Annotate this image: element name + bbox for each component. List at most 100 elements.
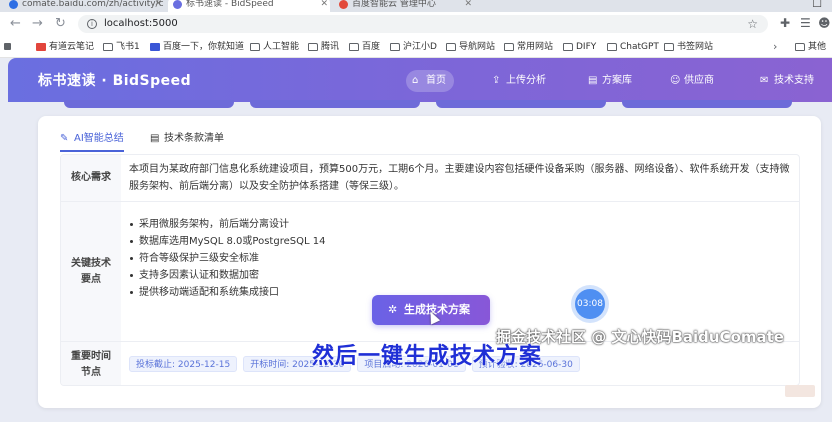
bookmark-item[interactable]: 百度 [349, 40, 380, 54]
bidspeed-favicon-icon [173, 0, 182, 9]
bookmark-item[interactable]: 百度一下，你就知道 [150, 40, 244, 54]
floating-widget [785, 385, 815, 397]
bookmark-label: ChatGPT [620, 42, 659, 52]
folder-icon [664, 43, 674, 51]
bookmark-item[interactable]: 书签网站 [664, 40, 713, 54]
url-input[interactable]: i localhost:5000 ☆ [78, 15, 768, 33]
bookmark-item[interactable]: 沪江小D [390, 40, 437, 54]
address-bar: ← → ↻ i localhost:5000 ☆ ✚ ☰ ☻ [0, 12, 832, 36]
baidu-cloud-favicon-icon [339, 0, 348, 9]
bookmark-item[interactable]: 飞书1 [103, 40, 140, 54]
nav-label: 首页 [426, 75, 446, 86]
bookmark-item[interactable]: ChatGPT [607, 40, 659, 54]
nav-library[interactable]: ▤ 方案库 [582, 70, 640, 92]
window-maximize-icon[interactable]: ☐ [812, 0, 822, 10]
close-icon[interactable]: ✕ [464, 0, 472, 12]
chevron-right-icon[interactable]: › [773, 40, 777, 54]
folder-icon [250, 43, 260, 51]
nav-support[interactable]: ✉ 技术支持 [754, 70, 822, 92]
site-info-icon[interactable]: i [87, 19, 97, 29]
nav-upload[interactable]: ⇪ 上传分析 [486, 70, 554, 92]
row-label: 重要时间节点 [61, 342, 121, 385]
browser-tab-active[interactable]: 标书速读 - BidSpeed ✕ [168, 0, 330, 12]
tab-title: 百度智能云 管理中心 [352, 0, 436, 9]
list-icon: ▤ [150, 133, 160, 144]
nav-home[interactable]: ⌂ 首页 [406, 70, 454, 92]
folder-icon [795, 43, 805, 51]
nav-label: 供应商 [684, 75, 714, 86]
row-core-requirement: 核心需求 本项目为某政府部门信息化系统建设项目，预算500万元，工期6个月。主要… [61, 155, 799, 201]
profile-icon[interactable]: ☻ [818, 16, 831, 30]
youdao-icon [36, 43, 46, 51]
home-icon: ⌂ [412, 75, 419, 86]
bookmark-item[interactable]: 人工智能 [250, 40, 299, 54]
bookmark-label: 其他 [808, 42, 827, 52]
bookmark-label: 常用网站 [517, 42, 554, 52]
stat-card [622, 100, 792, 108]
browser-tab-bar: comate.baidu.com/zh/activity/c ✕ 标书速读 - … [0, 0, 832, 12]
tab-label: 技术条款清单 [164, 133, 224, 144]
bookmark-item[interactable]: 常用网站 [504, 40, 553, 54]
apps-icon[interactable] [4, 40, 14, 54]
bookmark-item[interactable]: 有道云笔记 [36, 40, 94, 54]
bookmarks-bar: 有道云笔记 飞书1 百度一下，你就知道 人工智能 腾讯 百度 沪江小D 导航网站… [0, 36, 832, 58]
folder-icon [103, 43, 113, 51]
row-label: 关键技术要点 [61, 202, 121, 341]
nav-suppliers[interactable]: ☺ 供应商 [664, 70, 722, 92]
gear-icon: ✲ [388, 303, 398, 316]
sidebar-icon[interactable]: ☰ [800, 16, 811, 30]
bookmark-item[interactable]: 其他 [795, 40, 826, 54]
list-item: 支持多因素认证和数据加密 [129, 267, 793, 284]
extensions-icon[interactable]: ✚ [780, 16, 790, 30]
bookmark-item[interactable]: DIFY [563, 40, 596, 54]
tab-ai-summary[interactable]: ✎ AI智能总结 [60, 130, 124, 152]
upload-icon: ⇪ [492, 75, 501, 86]
bookmark-label: DIFY [576, 42, 597, 52]
baidu-paw-icon [150, 43, 160, 51]
reload-icon[interactable]: ↻ [55, 15, 66, 33]
close-icon[interactable]: ✕ [320, 0, 328, 12]
list-item: 符合等级保护三级安全标准 [129, 250, 793, 267]
folder-icon [504, 43, 514, 51]
milestone-chip: 投标截止: 2025-12-15 [129, 356, 238, 372]
folder-icon [446, 43, 456, 51]
comate-favicon-icon [9, 0, 18, 9]
row-label: 核心需求 [61, 155, 121, 201]
nav-label: 方案库 [602, 75, 632, 86]
tab-title: comate.baidu.com/zh/activity/c [22, 0, 164, 9]
stat-card [64, 100, 234, 108]
bookmark-item[interactable]: 腾讯 [308, 40, 339, 54]
browser-tab[interactable]: 百度智能云 管理中心 ✕ [334, 0, 474, 12]
stat-card [436, 100, 606, 108]
bookmark-label: 飞书1 [116, 42, 140, 52]
bookmark-label: 导航网站 [459, 42, 496, 52]
bookmark-label: 百度一下，你就知道 [163, 42, 245, 52]
tab-tech-terms[interactable]: ▤ 技术条款清单 [150, 130, 224, 152]
forward-icon[interactable]: → [32, 15, 43, 33]
folder-icon [349, 43, 359, 51]
close-icon[interactable]: ✕ [154, 0, 162, 12]
app-header: 标书速读 · BidSpeed ⌂ 首页 ⇪ 上传分析 ▤ 方案库 ☺ 供应商 … [8, 58, 832, 102]
folder-icon [563, 43, 573, 51]
chat-icon: ✉ [760, 75, 769, 86]
brand-title[interactable]: 标书速读 · BidSpeed [38, 70, 191, 90]
stat-card [250, 100, 420, 108]
list-item: 采用微服务架构，前后端分离设计 [129, 216, 793, 233]
bookmark-star-icon[interactable]: ☆ [747, 15, 758, 33]
browser-tab[interactable]: comate.baidu.com/zh/activity/c ✕ [4, 0, 164, 12]
bookmark-label: 书签网站 [677, 42, 714, 52]
list-item: 数据库选用MySQL 8.0或PostgreSQL 14 [129, 233, 793, 250]
users-icon: ☺ [670, 75, 681, 86]
bookmark-label: 有道云笔记 [49, 42, 95, 52]
tab-title: 标书速读 - BidSpeed [186, 0, 274, 9]
bookmark-label: 人工智能 [263, 42, 300, 52]
core-requirement-text: 本项目为某政府部门信息化系统建设项目，预算500万元，工期6个月。主要建设内容包… [129, 164, 790, 192]
folder-icon [390, 43, 400, 51]
stat-cards-strip [64, 100, 804, 110]
ai-icon: ✎ [60, 133, 69, 144]
back-icon[interactable]: ← [10, 15, 21, 33]
bookmark-label: 腾讯 [321, 42, 340, 52]
url-text: localhost:5000 [104, 18, 178, 29]
nav-label: 上传分析 [506, 75, 546, 86]
bookmark-item[interactable]: 导航网站 [446, 40, 495, 54]
